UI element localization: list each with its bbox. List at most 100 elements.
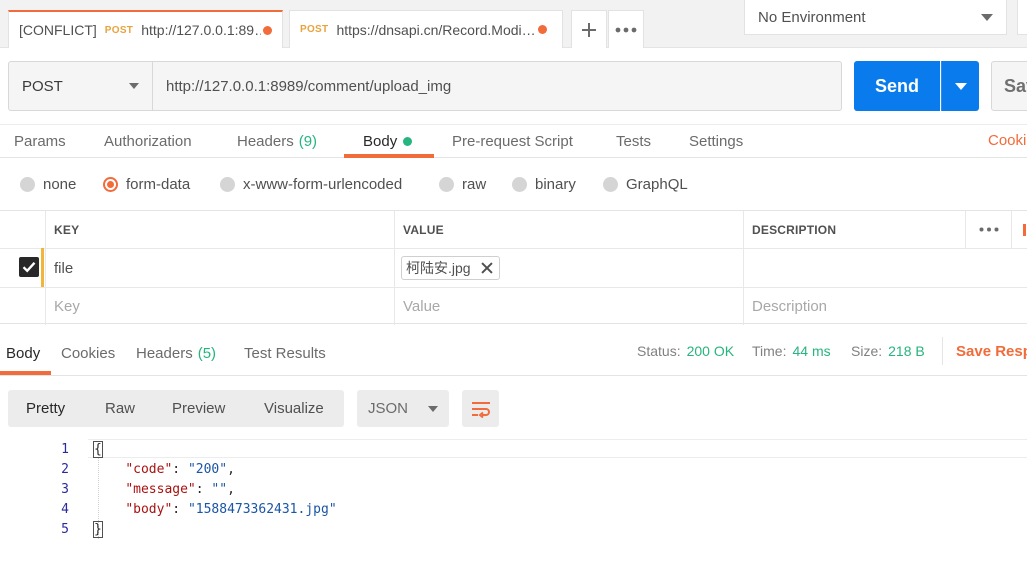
tab-headers-label: Headers [237,133,294,150]
response-tab-headers[interactable]: Headers (5) [136,332,216,375]
table-options-button[interactable] [965,211,1011,248]
json-value: "" [211,481,228,497]
tab-headers[interactable]: Headers (9) [237,125,317,158]
time-readout: Time: 44 ms [752,332,831,370]
tab-tests[interactable]: Tests [616,125,651,158]
code-line: 4 "body": "1588473362431.jpg" [0,499,1027,519]
row-key-cell[interactable]: file [45,249,395,287]
line-number: 3 [61,481,69,497]
json-comma: , [227,461,235,477]
row-key-value: file [54,259,74,277]
http-method-value: POST [22,77,63,95]
radio-form-data-label: form-data [126,175,191,193]
status-value: 200 OK [686,343,735,359]
new-tab-button[interactable] [571,10,607,48]
code-text: "code": "200", [125,461,235,477]
json-key: "message" [125,481,196,497]
bulk-edit-button[interactable] [1011,211,1027,248]
request-tab-bar: [CONFLICT] POST http://127.0.0.1:89… POS… [0,0,1027,48]
code-line: 2 "code": "200", [0,459,1027,479]
response-tab-headers-label: Headers [136,345,193,362]
row-value-cell[interactable]: 柯陆安.jpg [394,249,744,287]
new-description-input[interactable]: Description [743,288,965,325]
response-tab-body[interactable]: Body [6,332,40,375]
radio-urlencoded-label: x-www-form-urlencoded [243,175,403,193]
radio-graphql[interactable]: GraphQL [603,166,688,202]
radio-binary[interactable]: binary [512,166,576,202]
time-value: 44 ms [792,343,831,359]
radio-binary-label: binary [535,175,576,193]
tab-headers-count: (9) [298,133,318,150]
environment-select[interactable]: No Environment [744,0,1007,35]
request-tab-dnsapi[interactable]: POST https://dnsapi.cn/Record.Modi… [289,10,563,48]
cookies-link[interactable]: Cookies [988,124,1027,157]
send-button[interactable]: Send [854,61,940,111]
tab-authorization[interactable]: Authorization [104,125,192,158]
tab-authorization-label: Authorization [104,133,192,150]
tab-pre-request-script[interactable]: Pre-request Script [452,125,573,158]
view-pretty-button[interactable]: Pretty [26,390,65,427]
view-preview-button[interactable]: Preview [172,390,225,427]
table-row-new: Key Value Description [0,288,1027,325]
file-chip: 柯陆安.jpg [401,256,500,280]
save-response-button[interactable]: Save Response [956,332,1027,370]
tab-params[interactable]: Params [14,125,66,158]
wrap-lines-button[interactable] [462,390,499,427]
code-text: "body": "1588473362431.jpg" [125,501,337,517]
radio-circle-icon [20,176,35,192]
row-description-cell[interactable] [743,249,965,287]
request-url-input[interactable] [152,61,842,111]
form-data-table: KEY VALUE DESCRIPTION file 柯陆安.jpg Key V… [0,210,1027,325]
tab-url-label: http://127.0.0.1:89… [141,22,261,38]
tab-tests-label: Tests [616,133,652,150]
save-button[interactable]: Save [991,61,1027,111]
chevron-down-icon [954,82,967,90]
response-tab-test-results-label: Test Results [244,345,326,362]
response-format-select[interactable]: JSON [357,390,449,427]
send-options-button[interactable] [941,61,979,111]
size-value: 218 B [888,343,925,359]
radio-x-www-form-urlencoded[interactable]: x-www-form-urlencoded [220,166,402,202]
radio-circle-icon [439,176,454,192]
tab-settings-label: Settings [689,133,744,150]
code-line: 5 } [0,519,1027,539]
row-enabled-checkbox[interactable] [19,257,39,277]
body-type-radio-group: none form-data x-www-form-urlencoded raw… [0,166,1027,202]
view-raw-button[interactable]: Raw [105,390,135,427]
remove-file-icon[interactable] [481,262,493,274]
tab-method-label: POST [300,24,329,35]
response-body-editor[interactable]: 1 { 2 "code": "200", 3 "message": "", 4 … [0,439,1027,572]
radio-circle-icon [603,176,618,192]
new-value-input[interactable]: Value [394,288,744,325]
tab-settings[interactable]: Settings [689,125,743,158]
http-method-select[interactable]: POST [8,61,153,111]
radio-selected-icon [103,176,118,192]
radio-raw[interactable]: raw [439,166,486,202]
status-label: Status: [637,343,681,359]
code-line: 3 "message": "", [0,479,1027,499]
response-format-value: JSON [368,400,409,417]
response-tab-test-results[interactable]: Test Results [244,332,326,375]
environment-quick-look-button[interactable] [1017,0,1027,35]
open-brace: { [93,440,103,458]
chevron-down-icon [129,83,139,89]
json-key: "body" [125,501,173,517]
chevron-down-icon [981,13,993,21]
ellipsis-icon [979,227,998,232]
radio-none[interactable]: none [20,166,76,202]
view-visualize-button[interactable]: Visualize [264,390,324,427]
tab-options-button[interactable] [608,10,644,48]
line-number: 1 [61,441,69,457]
radio-form-data[interactable]: form-data [103,166,190,202]
request-tab-conflict[interactable]: [CONFLICT] POST http://127.0.0.1:89… [8,10,283,48]
new-key-input[interactable]: Key [45,288,395,325]
tab-url-label: https://dnsapi.cn/Record.Modi… [336,21,536,38]
column-header-description: DESCRIPTION [743,211,965,248]
radio-raw-label: raw [462,175,487,193]
divider [942,337,943,365]
body-has-content-dot [403,137,413,146]
response-tab-body-label: Body [6,345,41,362]
file-name-label: 柯陆安.jpg [406,260,471,276]
response-tab-cookies-label: Cookies [61,345,116,362]
response-tab-cookies[interactable]: Cookies [61,332,115,375]
